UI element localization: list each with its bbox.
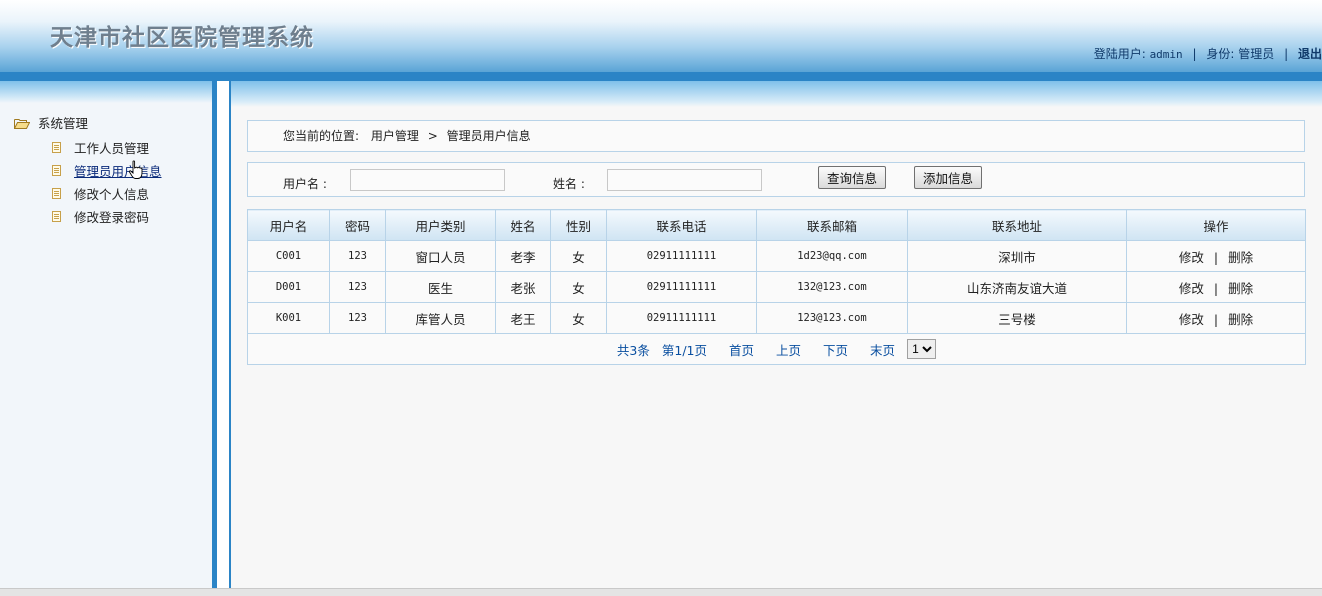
pager-next[interactable]: 下页	[823, 340, 848, 359]
login-username: admin	[1149, 48, 1183, 61]
cell-user-type: 医生	[385, 271, 496, 303]
col-header-user-type: 用户类别	[385, 209, 496, 241]
cell-gender: 女	[550, 271, 607, 303]
cell-actions: 修改 | 删除	[1126, 240, 1306, 272]
cell-gender: 女	[550, 302, 607, 334]
role-value: 管理员	[1238, 47, 1275, 61]
col-header-gender: 性别	[550, 209, 607, 241]
sidebar-root-label: 系统管理	[38, 116, 89, 131]
login-user-label: 登陆用户:	[1093, 47, 1146, 61]
pager-total: 共3条	[616, 342, 650, 358]
edit-link[interactable]: 修改	[1179, 281, 1204, 296]
cell-actions: 修改 | 删除	[1126, 271, 1306, 303]
document-icon	[52, 142, 61, 153]
delete-link[interactable]: 删除	[1228, 281, 1253, 296]
cell-name: 老王	[495, 302, 551, 334]
cell-address: 三号楼	[907, 302, 1127, 334]
breadcrumb-level1: 用户管理	[370, 129, 419, 143]
sidebar: 系统管理 工作人员管理 管理员用户信息 修改个人信息 修改登录密码	[0, 81, 217, 590]
delete-link[interactable]: 删除	[1228, 250, 1253, 265]
app-title: 天津市社区医院管理系统	[50, 24, 314, 51]
add-button[interactable]: 添加信息	[914, 166, 983, 189]
edit-link[interactable]: 修改	[1179, 250, 1204, 265]
sidebar-root-system-management[interactable]: 系统管理	[14, 113, 88, 132]
search-panel: 用户名 : 姓名 : 查询信息 添加信息	[247, 162, 1305, 197]
cell-phone: 02911111111	[606, 240, 757, 272]
breadcrumb-separator: >	[427, 129, 438, 143]
cell-address: 深圳市	[907, 240, 1127, 272]
breadcrumb-level2: 管理员用户信息	[446, 129, 531, 143]
cell-phone: 02911111111	[606, 302, 757, 334]
document-icon	[52, 188, 61, 199]
sidebar-item-admin-users[interactable]: 管理员用户信息	[52, 161, 162, 180]
table-header-row: 用户名 密码 用户类别 姓名 性别 联系电话 联系邮箱 联系地址 操作	[247, 209, 1306, 241]
sidebar-item-label: 管理员用户信息	[74, 164, 162, 179]
document-icon	[52, 165, 61, 176]
cell-username: K001	[247, 302, 330, 334]
col-header-email: 联系邮箱	[756, 209, 908, 241]
open-folder-icon	[14, 117, 31, 129]
delete-link[interactable]: 删除	[1228, 312, 1253, 327]
name-label: 姓名 :	[553, 177, 585, 191]
cell-username: C001	[247, 240, 330, 272]
breadcrumb-prefix: 您当前的位置:	[283, 129, 360, 143]
col-header-name: 姓名	[495, 209, 551, 241]
username-input[interactable]	[350, 169, 505, 191]
col-header-password: 密码	[329, 209, 386, 241]
sidebar-item-staff-management[interactable]: 工作人员管理	[52, 138, 149, 157]
main-content: 您当前的位置: 用户管理 > 管理员用户信息 用户名 : 姓名 : 查询信息 添…	[229, 81, 1322, 590]
sidebar-item-label: 工作人员管理	[74, 141, 150, 156]
sidebar-item-label: 修改登录密码	[74, 210, 150, 225]
pager-first[interactable]: 首页	[729, 340, 754, 359]
header-divider	[0, 72, 1322, 81]
sidebar-item-label: 修改个人信息	[74, 187, 150, 202]
page-select[interactable]: 1	[907, 339, 937, 359]
name-input[interactable]	[607, 169, 762, 191]
cell-password: 123	[329, 302, 386, 334]
cell-username: D001	[247, 271, 330, 303]
col-header-address: 联系地址	[907, 209, 1127, 241]
query-button[interactable]: 查询信息	[818, 166, 887, 189]
table-row: C001 123 窗口人员 老李 女 02911111111 1d23@qq.c…	[247, 240, 1306, 272]
cell-password: 123	[329, 240, 386, 272]
sidebar-item-change-password[interactable]: 修改登录密码	[52, 207, 149, 226]
cell-name: 老张	[495, 271, 551, 303]
logout-link[interactable]: 退出	[1298, 47, 1322, 61]
col-header-username: 用户名	[247, 209, 330, 241]
col-header-actions: 操作	[1126, 209, 1306, 241]
pager-page: 第1/1页	[661, 342, 707, 358]
pager: 共3条 第1/1页 首页 上页 下页 末页 1	[247, 333, 1306, 365]
cell-user-type: 库管人员	[385, 302, 496, 334]
app-header: 天津市社区医院管理系统 登陆用户: admin | 身份: 管理员 | 退出	[0, 0, 1322, 72]
cell-name: 老李	[495, 240, 551, 272]
hand-cursor-icon	[128, 160, 143, 179]
table-row: D001 123 医生 老张 女 02911111111 132@123.com…	[247, 271, 1306, 303]
sidebar-item-edit-profile[interactable]: 修改个人信息	[52, 184, 149, 203]
pager-row: 共3条 第1/1页 首页 上页 下页 末页 1	[247, 333, 1306, 365]
cell-phone: 02911111111	[606, 271, 757, 303]
breadcrumb: 您当前的位置: 用户管理 > 管理员用户信息	[247, 120, 1305, 152]
table-row: K001 123 库管人员 老王 女 02911111111 123@123.c…	[247, 302, 1306, 334]
username-label: 用户名 :	[283, 177, 327, 191]
cell-gender: 女	[550, 240, 607, 272]
pager-prev[interactable]: 上页	[776, 340, 801, 359]
user-bar: 登陆用户: admin | 身份: 管理员 | 退出	[1093, 47, 1322, 61]
cell-email: 132@123.com	[756, 271, 908, 303]
edit-link[interactable]: 修改	[1179, 312, 1204, 327]
users-table: 用户名 密码 用户类别 姓名 性别 联系电话 联系邮箱 联系地址 操作 C001…	[247, 209, 1306, 365]
document-icon	[52, 211, 61, 222]
cell-email: 1d23@qq.com	[756, 240, 908, 272]
cell-user-type: 窗口人员	[385, 240, 496, 272]
cell-actions: 修改 | 删除	[1126, 302, 1306, 334]
cell-address: 山东济南友谊大道	[907, 271, 1127, 303]
cell-email: 123@123.com	[756, 302, 908, 334]
cell-password: 123	[329, 271, 386, 303]
col-header-phone: 联系电话	[606, 209, 757, 241]
pager-last[interactable]: 末页	[870, 340, 895, 359]
role-label: 身份:	[1206, 47, 1235, 61]
